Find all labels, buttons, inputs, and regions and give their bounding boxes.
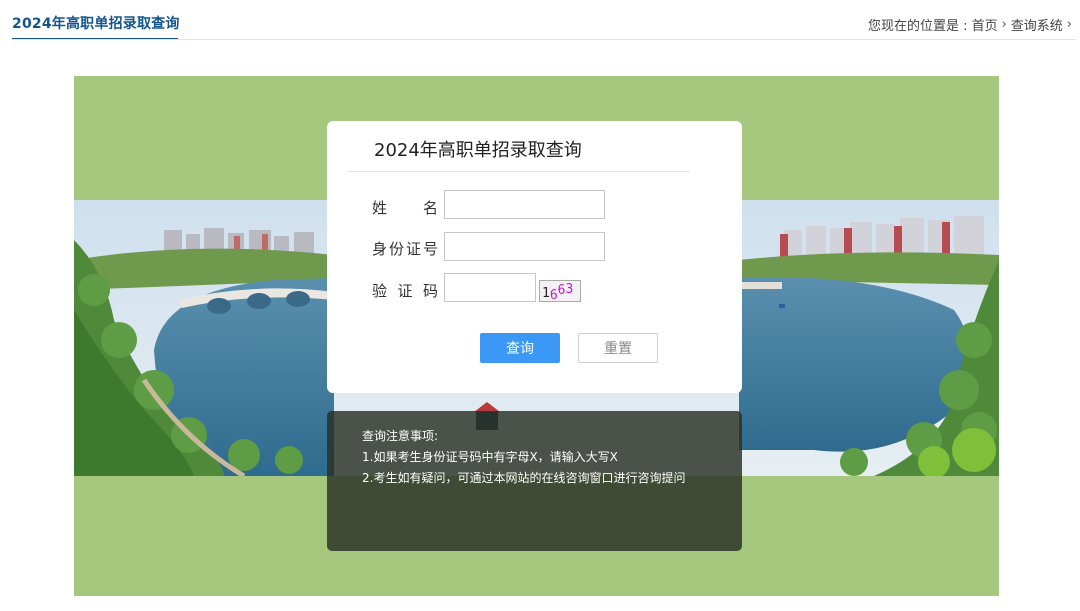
notice-box: 查询注意事项: 1.如果考生身份证号码中有字母X，请输入大写X 2.考生如有疑问… xyxy=(327,411,742,551)
breadcrumb-query-link[interactable]: 查询系统 xyxy=(1011,15,1063,34)
chevron-right-icon: › xyxy=(1001,17,1007,32)
captcha-image[interactable]: 1663 xyxy=(539,280,581,303)
name-input[interactable] xyxy=(444,190,605,219)
notice-item: 1.如果考生身份证号码中有字母X，请输入大写X xyxy=(362,450,618,464)
captcha-char-1: 1663 xyxy=(542,282,573,301)
name-label: 姓 名 xyxy=(372,199,438,217)
reset-button[interactable]: 重置 xyxy=(578,333,658,363)
notice-item: 2.考生如有疑问，可通过本网站的在线咨询窗口进行咨询提问 xyxy=(362,471,686,485)
top-bar: 2024年高职单招录取查询 您现在的位置是 : 首页 › 查询系统 › xyxy=(0,0,1080,41)
captcha-glyphs: 1663 xyxy=(542,282,573,303)
id-number-input[interactable] xyxy=(444,232,605,261)
query-button[interactable]: 查询 xyxy=(480,333,560,363)
form-title-divider xyxy=(347,171,690,172)
form-title: 2024年高职单招录取查询 xyxy=(374,140,582,161)
breadcrumb-prefix: 您现在的位置是 : xyxy=(868,19,968,34)
breadcrumb: 您现在的位置是 : 首页 › 查询系统 › xyxy=(868,15,1076,34)
id-number-label: 身 份 证 号 xyxy=(372,240,438,258)
page-title: 2024年高职单招录取查询 xyxy=(12,16,180,32)
chevron-right-icon: › xyxy=(1066,17,1072,32)
header-divider xyxy=(12,39,1076,40)
query-form-card: 2024年高职单招录取查询 姓 名 身 份 证 号 验 证 码 1663 查询 … xyxy=(327,121,742,393)
breadcrumb-home-link[interactable]: 首页 xyxy=(972,15,998,34)
captcha-label: 验 证 码 xyxy=(372,282,438,300)
notice-heading: 查询注意事项: xyxy=(362,429,439,443)
captcha-input[interactable] xyxy=(444,273,536,302)
